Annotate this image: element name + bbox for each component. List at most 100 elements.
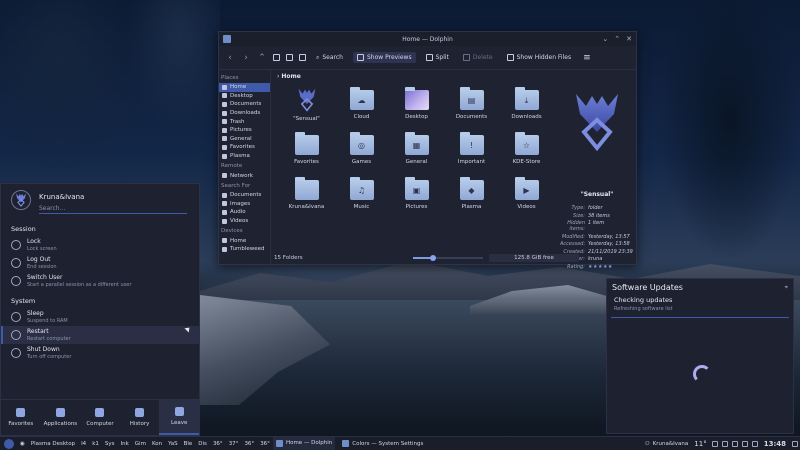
maximize-icon[interactable]: ⌃: [614, 35, 620, 43]
application-launcher-icon[interactable]: [4, 438, 14, 449]
tab-leave[interactable]: Leave: [159, 400, 199, 435]
weather-widget[interactable]: 11°: [691, 440, 709, 448]
sidebar-item-desktop[interactable]: Desktop: [219, 92, 270, 101]
system-monitor-item[interactable]: Ink: [118, 437, 132, 450]
user-icon: ⚇: [644, 440, 650, 447]
sidebar-item-home[interactable]: Home: [219, 83, 270, 92]
show-previews-button[interactable]: Show Previews: [353, 52, 416, 63]
temperature-readout[interactable]: 36°: [257, 437, 273, 450]
file-item[interactable]: ♫ Music: [334, 176, 389, 217]
sensual-folder-icon: [298, 88, 315, 112]
file-item[interactable]: ☁ Cloud: [334, 86, 389, 127]
sidebar-item-network[interactable]: Network: [219, 171, 270, 180]
pin-icon[interactable]: ⌖: [785, 284, 788, 292]
window-titlebar[interactable]: Home — Dolphin ⌄ ⌃ ✕: [219, 32, 636, 46]
file-item[interactable]: Kruna&Ivana: [279, 176, 334, 217]
back-icon[interactable]: ‹: [225, 53, 235, 63]
zoom-slider[interactable]: [413, 255, 483, 261]
details-view-icon[interactable]: [299, 54, 306, 61]
file-item[interactable]: ☆ KDE-Store: [499, 131, 554, 172]
file-item[interactable]: ! Important: [444, 131, 499, 172]
sidebar-item-trash[interactable]: Trash: [219, 117, 270, 126]
bluetooth-icon[interactable]: [741, 440, 748, 447]
temperature-readout[interactable]: 36°: [241, 437, 257, 450]
search-item-documents[interactable]: Documents: [219, 191, 270, 200]
device-item-home[interactable]: Home: [219, 236, 270, 245]
dolphin-app-icon[interactable]: [223, 35, 231, 43]
system-monitor-item[interactable]: Sys: [102, 437, 118, 450]
hamburger-menu-icon[interactable]: ≡: [583, 53, 591, 63]
desktop-label[interactable]: Plasma Desktop: [28, 437, 78, 450]
task-button[interactable]: Home — Dolphin: [272, 436, 336, 450]
tab-history[interactable]: History: [120, 400, 160, 435]
temperature-readout[interactable]: 37°: [226, 437, 242, 450]
file-item[interactable]: ▣ Pictures: [389, 176, 444, 217]
up-icon[interactable]: ⌃: [257, 53, 267, 63]
file-item[interactable]: ▤ Documents: [444, 86, 499, 127]
lock-button[interactable]: Lock Lock screen: [1, 236, 199, 254]
notifications-icon[interactable]: [751, 440, 758, 447]
minimize-icon[interactable]: ⌄: [602, 35, 608, 43]
compact-view-icon[interactable]: [286, 54, 293, 61]
search-item-videos[interactable]: Videos: [219, 217, 270, 226]
file-item[interactable]: ⤓ Downloads: [499, 86, 554, 127]
device-item-tumbleweed[interactable]: Tumbleweed: [219, 245, 270, 254]
log-out-button[interactable]: Log Out End session: [1, 254, 199, 272]
avatar[interactable]: [11, 190, 31, 210]
file-item[interactable]: ▶ Videos: [499, 176, 554, 217]
system-monitor-item[interactable]: YaS: [165, 437, 180, 450]
minimize-all-icon[interactable]: [792, 440, 798, 447]
switch-user-button[interactable]: Switch User Start a parallel session as a…: [1, 272, 199, 290]
tab-favorites[interactable]: Favorites: [1, 400, 41, 435]
file-item[interactable]: ▦ General: [389, 131, 444, 172]
tray-user[interactable]: ⚇ Kruna&Ivana: [642, 437, 692, 450]
system-monitor-item[interactable]: Dis: [195, 437, 210, 450]
sidebar-item-downloads[interactable]: Downloads: [219, 109, 270, 118]
icons-view-icon[interactable]: [273, 54, 280, 61]
close-icon[interactable]: ✕: [626, 35, 632, 43]
system-monitor-item[interactable]: Gim: [132, 437, 149, 450]
pager-desktop[interactable]: k1: [89, 437, 102, 450]
file-name: Kruna&Ivana: [288, 204, 325, 210]
system-monitor-item[interactable]: Kon: [149, 437, 165, 450]
restart-button[interactable]: Restart Restart computer: [1, 326, 199, 344]
file-item[interactable]: Desktop: [389, 86, 444, 127]
delete-button[interactable]: Delete: [459, 52, 497, 63]
tab-applications[interactable]: Applications: [41, 400, 81, 435]
tab-computer[interactable]: Computer: [80, 400, 120, 435]
split-button[interactable]: Split: [422, 52, 453, 63]
task-button[interactable]: Colors — System Settings: [339, 437, 426, 450]
devices-header: Devices: [221, 228, 243, 235]
file-item[interactable]: ◎ Games: [334, 131, 389, 172]
sleep-button[interactable]: Sleep Suspend to RAM: [1, 308, 199, 326]
search-item-audio[interactable]: Audio: [219, 208, 270, 217]
clock[interactable]: 13:48: [760, 440, 790, 448]
launcher-search-input[interactable]: Search...: [39, 205, 187, 214]
file-item[interactable]: Favorites: [279, 131, 334, 172]
system-monitor-item[interactable]: Ble: [181, 437, 196, 450]
rating-stars[interactable]: ★★★★★: [588, 264, 636, 270]
network-icon[interactable]: [721, 440, 728, 447]
file-item[interactable]: ◆ Plasma: [444, 176, 499, 217]
search-item-images[interactable]: Images: [219, 200, 270, 209]
clipboard-icon[interactable]: [711, 440, 718, 447]
audio-icon: [222, 209, 227, 215]
show-desktop-icon[interactable]: ◉: [17, 437, 28, 450]
search-button[interactable]: ⌕ Search: [312, 52, 347, 64]
sidebar-item-favorites[interactable]: Favorites: [219, 143, 270, 152]
show-hidden-files-button[interactable]: Show Hidden Files: [503, 52, 575, 63]
pager-desktop[interactable]: I4: [78, 437, 89, 450]
sidebar-item-pictures[interactable]: Pictures: [219, 126, 270, 135]
free-space-indicator[interactable]: 125.8 GiB free: [489, 254, 579, 262]
file-name: Desktop: [405, 114, 428, 120]
file-item[interactable]: "Sensual": [279, 86, 334, 127]
sidebar-item-plasma[interactable]: Plasma: [219, 152, 270, 161]
sidebar-item-documents[interactable]: Documents: [219, 100, 270, 109]
forward-icon[interactable]: ›: [241, 53, 251, 63]
zoom-slider-handle[interactable]: [429, 255, 436, 261]
shut-down-button[interactable]: Shut Down Turn off computer: [1, 344, 199, 362]
sidebar-item-general[interactable]: General: [219, 135, 270, 144]
temperature-readout[interactable]: 36°: [210, 437, 226, 450]
volume-icon[interactable]: [731, 440, 738, 447]
file-name: Cloud: [353, 114, 370, 120]
